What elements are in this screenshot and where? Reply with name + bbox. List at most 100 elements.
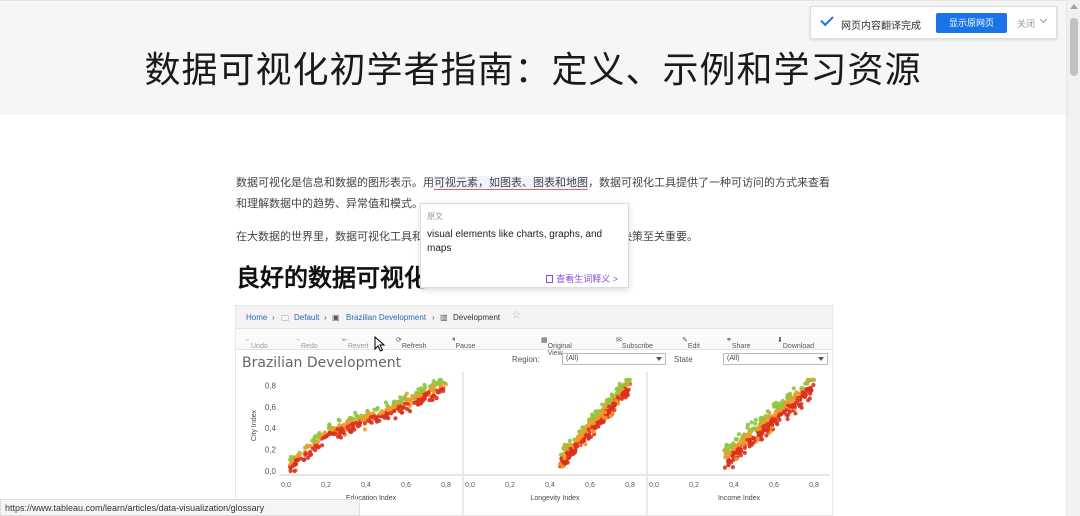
data-point	[567, 438, 572, 443]
dropdown-arrow-icon	[818, 357, 824, 361]
x-tick-label: 0,6	[401, 482, 411, 489]
book-icon	[546, 275, 554, 283]
y-tick-label: 0,6	[265, 403, 277, 412]
data-point	[362, 427, 368, 432]
data-point	[341, 422, 346, 427]
data-point	[366, 418, 371, 423]
data-point	[573, 448, 578, 453]
chevron-down-icon[interactable]	[1039, 15, 1048, 24]
data-point	[775, 422, 780, 427]
star-icon[interactable]: ☆	[512, 310, 521, 321]
revert-button[interactable]: ⇤ Revert	[342, 336, 369, 350]
data-point	[802, 394, 807, 399]
data-point	[787, 409, 793, 415]
x-tick-label: 0,2	[321, 482, 331, 489]
original-text: visual elements like charts, graphs, and…	[427, 229, 603, 254]
data-point	[583, 442, 588, 447]
data-point	[603, 410, 608, 415]
data-point	[382, 415, 387, 420]
subscribe-button[interactable]: ✉ Subscribe	[616, 336, 653, 350]
data-point	[315, 434, 320, 439]
data-point	[615, 395, 620, 400]
state-filter-select[interactable]: (All)	[723, 353, 828, 365]
breadcrumb-default[interactable]: Default	[294, 313, 319, 322]
data-point	[591, 421, 597, 426]
data-point	[368, 415, 374, 420]
data-point	[783, 400, 788, 405]
breadcrumb-home[interactable]: Home	[246, 313, 267, 322]
data-point	[751, 440, 756, 445]
scroll-up-icon[interactable]	[1070, 4, 1078, 9]
viz-toolbar: ← Undo → Redo ⇤ Revert ⟳ Refresh ⏸ Pause…	[236, 328, 832, 357]
data-point	[765, 409, 770, 414]
chevron-right-icon: ›	[324, 313, 327, 322]
region-filter-select[interactable]: (All)	[562, 353, 666, 365]
data-point	[775, 405, 781, 410]
data-point	[779, 402, 785, 407]
close-translate-button[interactable]: 关闭	[1017, 17, 1035, 30]
data-point	[613, 402, 618, 407]
data-point	[327, 422, 332, 428]
show-original-button[interactable]: 显示原网页	[936, 13, 1007, 33]
data-point	[577, 429, 582, 434]
breadcrumb-workbook[interactable]: Brazilian Development	[346, 313, 426, 322]
data-point	[430, 397, 435, 403]
y-tick-label: 0,2	[265, 446, 277, 455]
data-point	[793, 411, 798, 416]
viz-title: Brazilian Development	[242, 355, 402, 371]
refresh-button[interactable]: ⟳ Refresh	[396, 336, 426, 350]
data-point	[734, 457, 739, 462]
data-point	[807, 396, 812, 401]
undo-button[interactable]: ← Undo	[244, 336, 268, 350]
data-point	[395, 401, 401, 406]
data-point	[569, 443, 574, 448]
pause-button[interactable]: ⏸ Pause	[452, 336, 475, 350]
data-point	[289, 458, 294, 464]
data-point	[808, 377, 814, 383]
x-tick-label: 0,4	[361, 482, 371, 489]
data-point	[353, 410, 358, 415]
data-point	[738, 453, 743, 458]
data-point	[441, 380, 446, 385]
data-point	[739, 440, 744, 445]
original-view-button[interactable]: ▦ Original View	[541, 336, 572, 357]
data-point	[589, 428, 595, 433]
data-point	[724, 442, 729, 447]
data-point	[770, 416, 775, 421]
scrollbar[interactable]	[1066, 0, 1080, 516]
data-point	[586, 434, 591, 439]
data-point	[354, 421, 359, 426]
data-point	[377, 411, 383, 416]
share-button[interactable]: ⚭ Share	[726, 336, 751, 350]
data-point	[349, 429, 354, 435]
data-point	[337, 418, 342, 423]
popup-label: 原文	[427, 212, 443, 221]
data-point	[590, 412, 595, 417]
data-point	[730, 465, 735, 470]
view-word-definition-link[interactable]: 查看生词释义 >	[546, 272, 618, 285]
data-point	[330, 425, 336, 430]
data-point	[782, 409, 787, 414]
data-point	[437, 377, 442, 383]
highlighted-phrase[interactable]: 可视元素，如图表、图表和地图	[434, 176, 588, 190]
data-point	[574, 438, 580, 443]
data-point	[596, 409, 601, 414]
data-point	[390, 405, 395, 410]
redo-button[interactable]: → Redo	[294, 336, 318, 350]
data-point	[362, 421, 367, 426]
data-point	[747, 444, 752, 449]
x-axis-label: Income Index	[718, 495, 761, 502]
x-tick-label: 0,8	[441, 482, 451, 489]
scrollbar-thumb[interactable]	[1070, 18, 1078, 76]
data-point	[592, 425, 597, 430]
checkmark-icon	[820, 12, 834, 27]
edit-button[interactable]: ✎ Edit	[682, 336, 700, 350]
translate-status: 网页内容翻译完成	[841, 21, 921, 32]
region-filter-label: Region:	[512, 355, 540, 364]
x-tick-label: 0,8	[625, 482, 635, 489]
data-point	[753, 421, 758, 426]
data-point	[608, 413, 613, 419]
data-point	[733, 443, 738, 448]
download-button[interactable]: ⬇ Download	[777, 336, 814, 350]
data-point	[299, 456, 304, 461]
